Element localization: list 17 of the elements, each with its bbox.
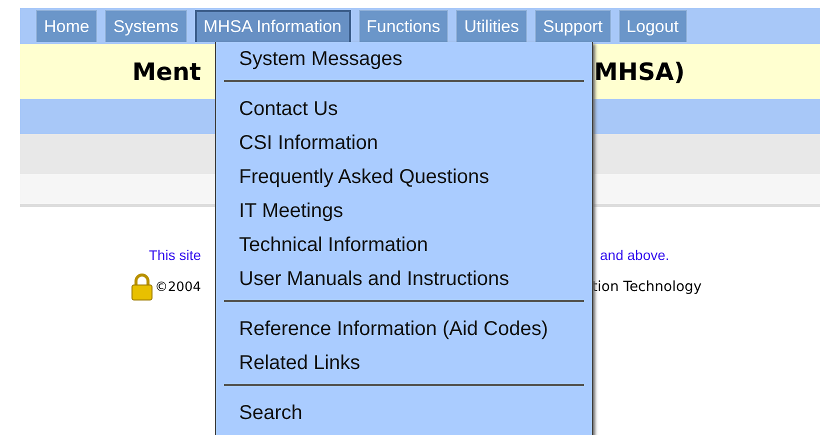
menu-item[interactable]: Technical Information [239,228,428,262]
menu-item[interactable]: Contact Us [239,92,338,126]
menu-item[interactable]: CSI Information [239,126,378,160]
padlock-icon [130,273,153,301]
footer-text: This site [148,247,202,263]
page-title: MHSA) [594,58,685,86]
menu-item[interactable]: Frequently Asked Questions [239,160,490,194]
footer-text: and above. [600,247,670,263]
menu-item[interactable]: Related Links [239,346,360,380]
menu-item[interactable]: Reference Information (Aid Codes) [239,312,548,346]
footer-text: tion Technology [592,279,703,295]
menu-item[interactable]: System Messages [239,42,402,76]
menu-item[interactable]: Search [239,396,302,430]
footer-text: ©2004 [154,280,201,294]
menu-item[interactable]: User Manuals and Instructions [239,262,510,296]
menu-item[interactable]: IT Meetings [239,194,344,228]
page-title: Ment [132,58,202,86]
